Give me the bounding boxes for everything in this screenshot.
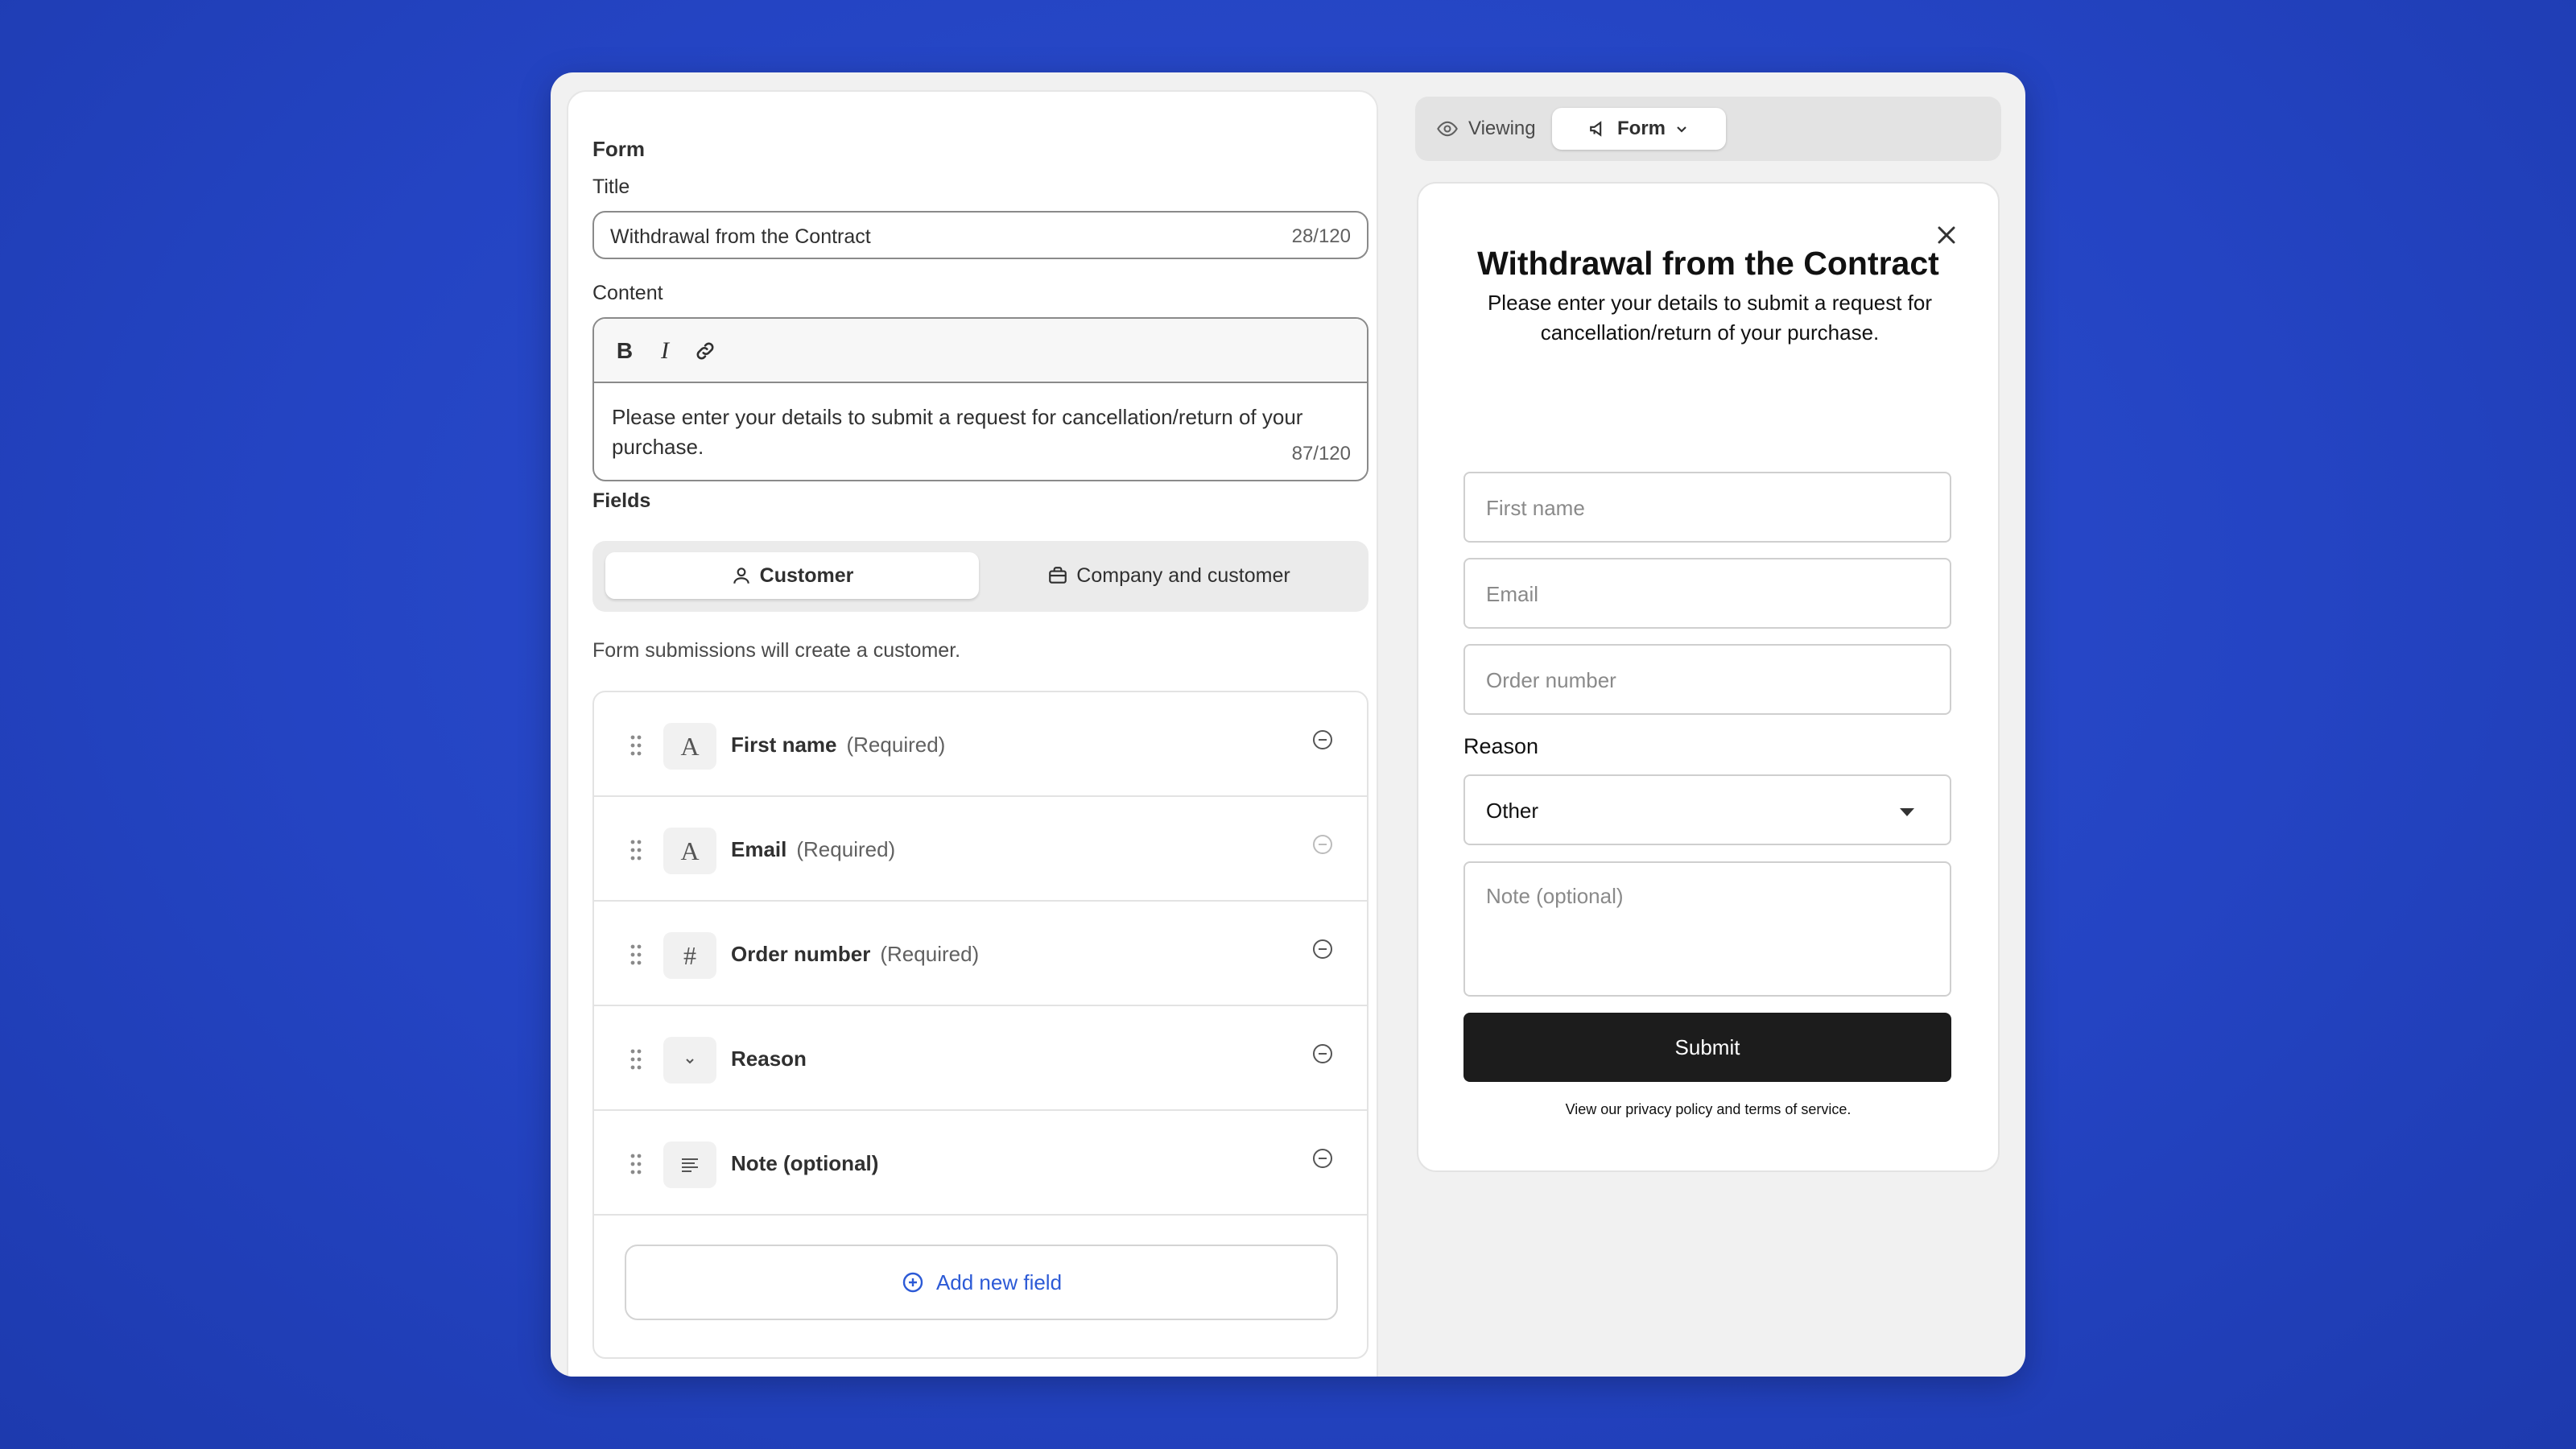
preview-header: Viewing Form [1415,97,2001,161]
drag-handle-icon[interactable] [630,1153,642,1175]
viewing-indicator: Viewing [1436,118,1536,140]
content-label: Content [592,282,663,304]
field-name-text: Email [731,837,787,861]
required-tag: (Required) [880,942,980,966]
drag-handle-icon[interactable] [630,1048,642,1071]
field-name-text: Order number [731,942,871,966]
remove-field-icon[interactable] [1311,937,1335,961]
email-field[interactable]: Email [1463,558,1951,629]
field-name-text: First name [731,733,837,757]
plus-circle-icon [902,1272,923,1293]
viewing-label: Viewing [1468,118,1536,139]
order-number-placeholder: Order number [1486,668,1616,692]
first-name-field[interactable]: First name [1463,472,1951,543]
note-textarea[interactable]: Note (optional) [1463,861,1951,997]
note-placeholder: Note (optional) [1486,884,1624,908]
field-row-note[interactable]: Note (optional) [594,1111,1367,1216]
section-title: Form [592,137,645,161]
megaphone-icon [1590,121,1602,137]
form-editor-panel: Form Title Withdrawal from the Contract … [567,90,1378,1377]
remove-field-icon-disabled [1313,835,1332,854]
field-row-order-number[interactable]: # Order number (Required) [594,902,1367,1006]
link-button[interactable] [689,335,721,367]
bold-icon: B [616,338,634,363]
text-A-icon: A [663,828,716,874]
email-placeholder: Email [1486,582,1539,606]
remove-field-icon[interactable] [1311,1042,1335,1066]
title-input-value: Withdrawal from the Contract [610,225,871,248]
field-row-first-name[interactable]: A First name (Required) [594,692,1367,797]
field-row-reason[interactable]: Reason [594,1006,1367,1111]
field-name: First name (Required) [731,733,945,758]
rich-text-toolbar: B I [594,319,1367,383]
italic-button[interactable]: I [649,335,681,367]
reason-select[interactable]: Other [1463,774,1951,845]
tab-customer[interactable]: Customer [605,552,979,599]
first-name-placeholder: First name [1486,496,1585,520]
fields-label: Fields [592,489,651,512]
content-editor[interactable]: B I Please enter your details to submit … [592,317,1368,481]
drag-handle-icon[interactable] [630,734,642,757]
bold-button[interactable]: B [609,335,641,367]
remove-field-icon[interactable] [1311,1146,1335,1170]
chevron-down-icon [663,1037,716,1084]
chevron-down-icon [1677,126,1686,133]
title-counter: 28/120 [1291,225,1351,247]
app-window: Form Title Withdrawal from the Contract … [551,72,2025,1377]
add-new-field-button[interactable]: Add new field [625,1245,1338,1320]
briefcase-icon [1049,567,1067,584]
required-tag: (Required) [846,733,946,757]
order-number-field[interactable]: Order number [1463,644,1951,715]
privacy-footer: View our privacy policy and terms of ser… [1565,1101,1852,1117]
tab-company-and-customer[interactable]: Company and customer [982,552,1356,599]
tab-company-label: Company and customer [1076,564,1290,587]
link-icon [696,342,714,360]
title-input[interactable]: Withdrawal from the Contract 28/120 [592,211,1368,259]
italic-icon: I [661,337,669,364]
remove-field-icon[interactable] [1311,728,1335,752]
fields-list: A First name (Required) A Email (Required)… [592,691,1368,1359]
field-row-email[interactable]: A Email (Required) [594,797,1367,902]
modal-title: Withdrawal from the Contract [1477,245,1939,282]
field-name-text: Note (optional) [731,1151,879,1175]
field-name: Order number (Required) [731,942,979,967]
helper-text: Form submissions will create a customer. [592,639,961,662]
submit-button[interactable]: Submit [1463,1013,1951,1082]
reason-label: Reason [1463,734,1539,758]
field-name: Note (optional) [731,1151,878,1176]
tab-customer-label: Customer [759,564,854,587]
content-text: Please enter your details to submit a re… [612,405,1303,459]
add-new-field-label: Add new field [935,1269,1063,1294]
field-name: Reason [731,1046,807,1071]
field-name-text: Reason [731,1046,807,1071]
eye-icon [1437,121,1458,137]
form-select-label: Form [1617,118,1666,139]
required-tag: (Required) [796,837,896,861]
caret-down-icon [1900,808,1914,816]
form-preview-modal: Withdrawal from the Contract Please ente… [1417,182,2000,1172]
form-view-select[interactable]: Form [1552,108,1726,150]
title-label: Title [592,175,630,198]
paragraph-icon [663,1141,716,1188]
person-icon [733,568,749,584]
content-counter: 87/120 [1291,443,1351,464]
reason-select-value: Other [1486,799,1539,823]
hash-icon: # [663,932,716,979]
text-A-icon: A [663,723,716,770]
drag-handle-icon[interactable] [630,943,642,966]
drag-handle-icon[interactable] [630,839,642,861]
modal-description: Please enter your details to submit a re… [1487,291,1933,345]
field-name: Email (Required) [731,837,895,862]
customer-type-segmented: Customer Company and customer [592,541,1368,612]
